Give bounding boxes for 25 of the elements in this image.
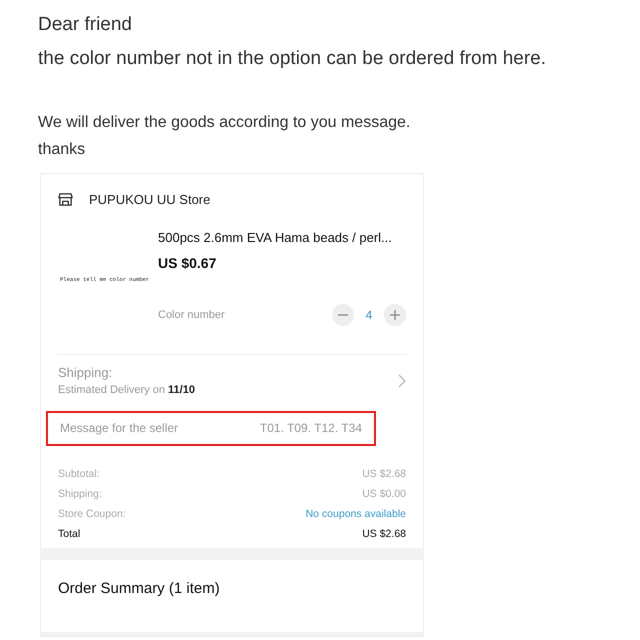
- closing-text: thanks: [38, 140, 86, 160]
- greeting-text: Dear friend: [38, 13, 133, 37]
- body-text: We will deliver the goods according to you message.: [38, 113, 412, 133]
- total-label: Subtotal:: [58, 466, 100, 482]
- quantity-value: 4: [364, 307, 374, 324]
- plus-button[interactable]: [384, 304, 406, 326]
- total-value: US $0.00: [362, 486, 406, 502]
- product-title[interactable]: 500pcs 2.6mm EVA Hama beads / perl...: [158, 228, 406, 247]
- total-label: Shipping:: [58, 486, 102, 502]
- total-label: Total: [58, 526, 80, 542]
- store-icon: [58, 192, 73, 208]
- chevron-icon: [398, 374, 406, 388]
- total-label: Store Coupon:: [58, 506, 126, 522]
- plus-icon: [389, 309, 401, 321]
- total-value: US $2.68: [362, 466, 406, 482]
- total-value: US $2.68: [362, 526, 406, 542]
- section-title: Order Summary (1 item): [58, 578, 221, 598]
- body-text: the color number not in the option can be ordered from here.: [38, 47, 548, 71]
- shipping-row[interactable]: Shipping: Estimated Delivery on 11/10: [58, 354, 406, 398]
- store-name[interactable]: PUPUKOU UU Store: [89, 190, 210, 210]
- shipping-label: Shipping:: [58, 364, 114, 382]
- delivery-text: Estimated Delivery on 11/10: [58, 383, 195, 398]
- option-label: Color number: [158, 308, 225, 323]
- minus-button[interactable]: [332, 304, 354, 326]
- product-price: US $0.67: [158, 254, 218, 273]
